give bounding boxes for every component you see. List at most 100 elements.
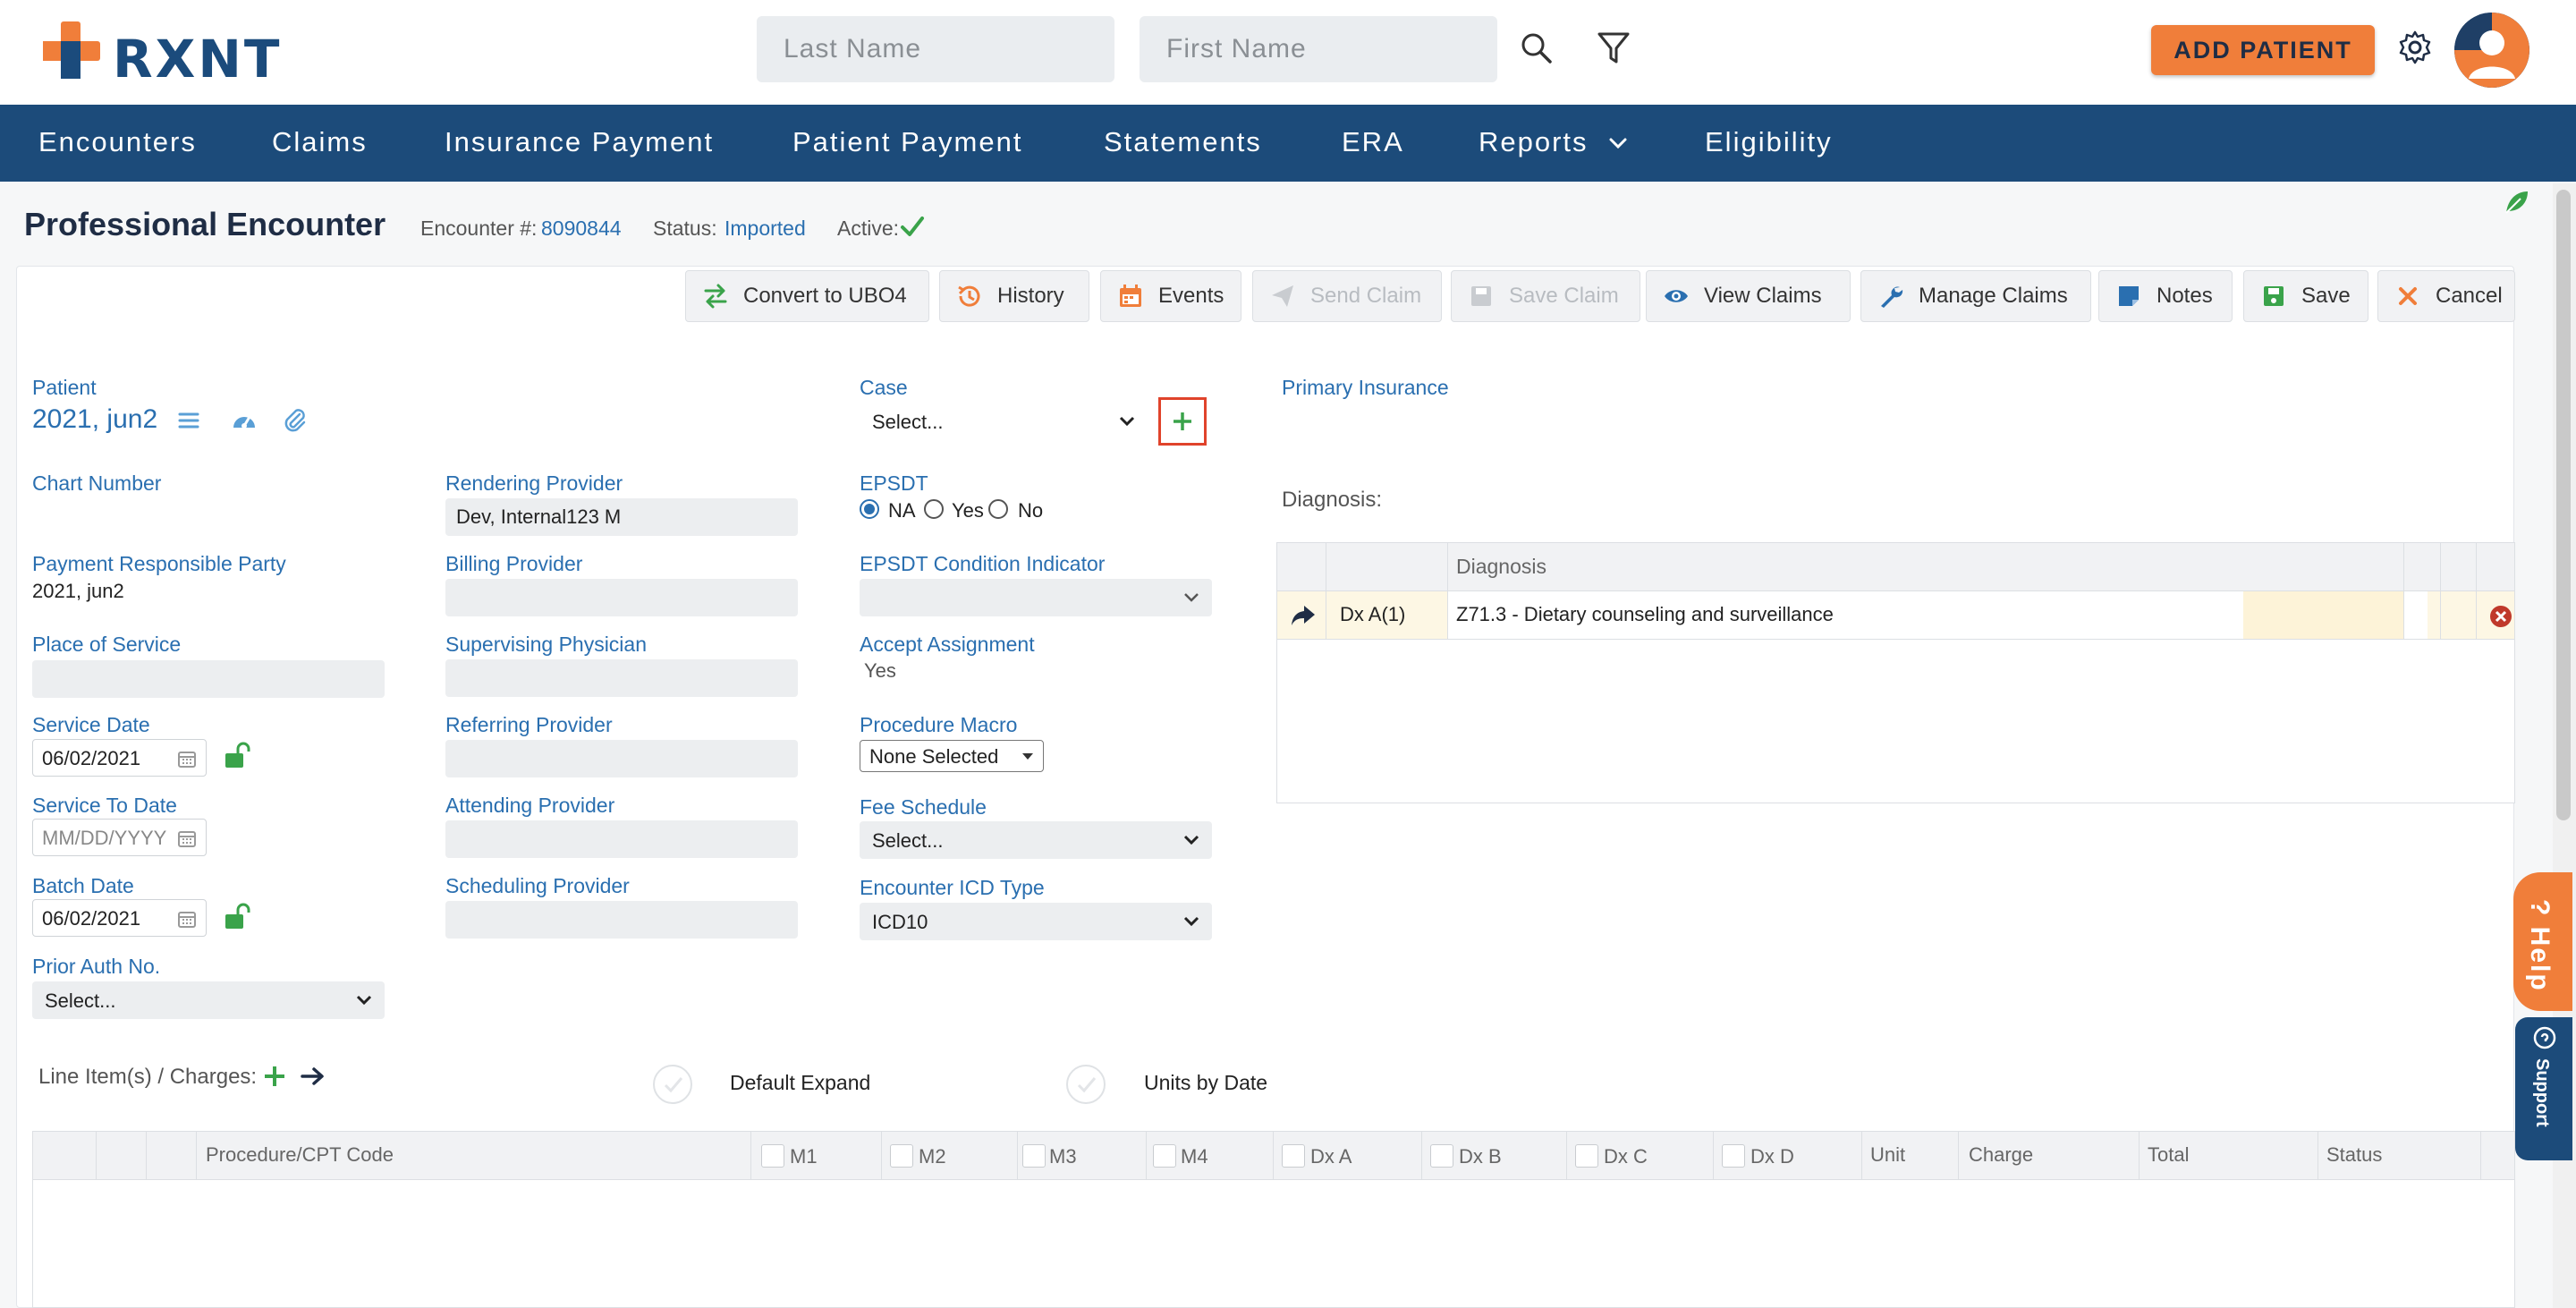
help-tab[interactable]: ? Help xyxy=(2513,872,2572,1011)
patient-name-link[interactable]: 2021, jun2 xyxy=(32,404,157,435)
dx-a-checkbox[interactable] xyxy=(1282,1144,1305,1168)
billing-provider-field[interactable] xyxy=(445,579,798,616)
encounter-number[interactable]: 8090844 xyxy=(541,217,622,241)
nav-reports[interactable]: Reports xyxy=(1479,126,1589,158)
chevron-down-icon xyxy=(1184,593,1199,602)
units-by-date-toggle[interactable] xyxy=(1066,1065,1106,1104)
filter-icon[interactable] xyxy=(1596,30,1631,67)
nav-claims[interactable]: Claims xyxy=(272,126,368,158)
prior-auth-select[interactable]: Select... xyxy=(32,981,385,1019)
caret-down-icon xyxy=(1022,753,1033,760)
encounter-icd-type-select[interactable]: ICD10 xyxy=(860,903,1212,940)
dx-d-checkbox[interactable] xyxy=(1722,1144,1745,1168)
epsdt-radio-na[interactable] xyxy=(860,499,879,519)
primary-insurance-label[interactable]: Primary Insurance xyxy=(1282,376,1449,400)
nav-eligibility[interactable]: Eligibility xyxy=(1705,126,1833,158)
rxnt-logo[interactable]: RXNT xyxy=(41,20,279,89)
col-m3: M3 xyxy=(1049,1145,1077,1168)
epsdt-condition-select[interactable] xyxy=(860,579,1212,616)
dx-b-checkbox[interactable] xyxy=(1430,1144,1453,1168)
batch-date-input[interactable]: 06/02/2021 xyxy=(32,899,207,937)
case-select[interactable]: Select... xyxy=(861,403,1148,440)
nav-patient-payment[interactable]: Patient Payment xyxy=(792,126,1022,158)
paperclip-icon[interactable] xyxy=(283,407,308,434)
check-icon xyxy=(1077,1077,1097,1093)
history-icon xyxy=(958,285,980,307)
arrow-right-icon[interactable] xyxy=(301,1066,326,1086)
notes-button[interactable]: Notes xyxy=(2098,270,2233,322)
dx-c-checkbox[interactable] xyxy=(1575,1144,1598,1168)
service-date-input[interactable]: 06/02/2021 xyxy=(32,739,207,777)
history-button[interactable]: History xyxy=(939,270,1089,322)
scrollbar-thumb[interactable] xyxy=(2556,190,2571,820)
service-date-label: Service Date xyxy=(32,713,150,736)
diagnosis-row[interactable]: Dx A(1) Z71.3 - Dietary counseling and s… xyxy=(1277,591,2514,640)
epsdt-no-label: No xyxy=(1018,499,1044,522)
epsdt-radio-yes[interactable] xyxy=(924,499,944,519)
convert-to-ubo4-button[interactable]: Convert to UBO4 xyxy=(685,270,929,322)
nav-insurance-payment[interactable]: Insurance Payment xyxy=(445,126,714,158)
m2-checkbox[interactable] xyxy=(890,1144,913,1168)
attending-provider-field[interactable] xyxy=(445,820,798,858)
fee-schedule-select[interactable]: Select... xyxy=(860,821,1212,859)
procedure-macro-select[interactable]: None Selected xyxy=(860,740,1044,772)
unlock-icon[interactable] xyxy=(222,902,250,930)
unlock-icon[interactable] xyxy=(222,741,250,769)
nav-era[interactable]: ERA xyxy=(1342,126,1404,158)
list-menu-icon[interactable] xyxy=(177,409,200,432)
gear-icon[interactable] xyxy=(2397,30,2433,65)
save-button[interactable]: Save xyxy=(2243,270,2368,322)
encounter-number-label: Encounter #: xyxy=(420,217,538,240)
reports-chevron-down-icon[interactable] xyxy=(1608,137,1628,151)
add-line-item-icon[interactable] xyxy=(263,1065,286,1088)
service-to-date-input[interactable]: MM/DD/YYYY xyxy=(32,819,207,856)
rendering-provider-field[interactable]: Dev, Internal123 M xyxy=(445,498,798,536)
remove-diagnosis-icon[interactable] xyxy=(2489,605,2512,628)
calendar-icon[interactable] xyxy=(177,828,197,848)
calendar-icon[interactable] xyxy=(177,909,197,929)
col-procedure-cpt-code: Procedure/CPT Code xyxy=(206,1143,394,1166)
referring-provider-label: Referring Provider xyxy=(445,713,613,736)
search-icon[interactable] xyxy=(1519,30,1555,66)
help-label: ? Help xyxy=(2525,899,2555,992)
m1-checkbox[interactable] xyxy=(761,1144,784,1168)
manage-claims-button[interactable]: Manage Claims xyxy=(1860,270,2091,322)
supervising-physician-field[interactable] xyxy=(445,659,798,697)
events-button[interactable]: Events xyxy=(1100,270,1241,322)
send-claim-button[interactable]: Send Claim xyxy=(1252,270,1442,322)
divider xyxy=(750,1132,751,1180)
last-name-input[interactable] xyxy=(757,16,1114,82)
calendar-icon[interactable] xyxy=(177,749,197,769)
scheduling-provider-field[interactable] xyxy=(445,901,798,939)
chevron-down-icon xyxy=(1183,916,1199,927)
add-case-button[interactable] xyxy=(1158,397,1207,446)
nav-encounters[interactable]: Encounters xyxy=(38,126,197,158)
view-claims-button[interactable]: View Claims xyxy=(1646,270,1851,322)
col-dx-d: Dx D xyxy=(1750,1145,1794,1168)
referring-provider-field[interactable] xyxy=(445,740,798,777)
place-of-service-field[interactable] xyxy=(32,660,385,698)
note-icon xyxy=(2119,286,2139,306)
user-avatar[interactable] xyxy=(2454,13,2529,88)
divider xyxy=(1861,1132,1862,1180)
service-to-date-label: Service To Date xyxy=(32,794,177,817)
swap-arrows-icon xyxy=(704,284,727,309)
cancel-button[interactable]: Cancel xyxy=(2377,270,2515,322)
save-claim-button[interactable]: Save Claim xyxy=(1451,270,1640,322)
dx-description: Z71.3 - Dietary counseling and surveilla… xyxy=(1456,603,1834,625)
first-name-input[interactable] xyxy=(1140,16,1497,82)
m4-checkbox[interactable] xyxy=(1153,1144,1176,1168)
m3-checkbox[interactable] xyxy=(1022,1144,1046,1168)
default-expand-toggle[interactable] xyxy=(653,1065,692,1104)
dashboard-gauge-icon[interactable] xyxy=(231,408,258,433)
nav-statements[interactable]: Statements xyxy=(1104,126,1262,158)
support-tab[interactable]: Support xyxy=(2515,1017,2572,1160)
divider xyxy=(1146,1132,1147,1180)
add-patient-button[interactable]: ADD PATIENT xyxy=(2151,25,2375,75)
logo-text: RXNT xyxy=(113,29,283,89)
top-header: RXNT ADD PATIENT xyxy=(0,0,2576,105)
line-items-grid: Procedure/CPT Code M1 M2 M3 M4 Dx A Dx B… xyxy=(32,1131,2515,1308)
epsdt-radio-no[interactable] xyxy=(988,499,1008,519)
share-arrow-icon[interactable] xyxy=(1290,604,1317,627)
calendar-icon xyxy=(1120,285,1141,307)
